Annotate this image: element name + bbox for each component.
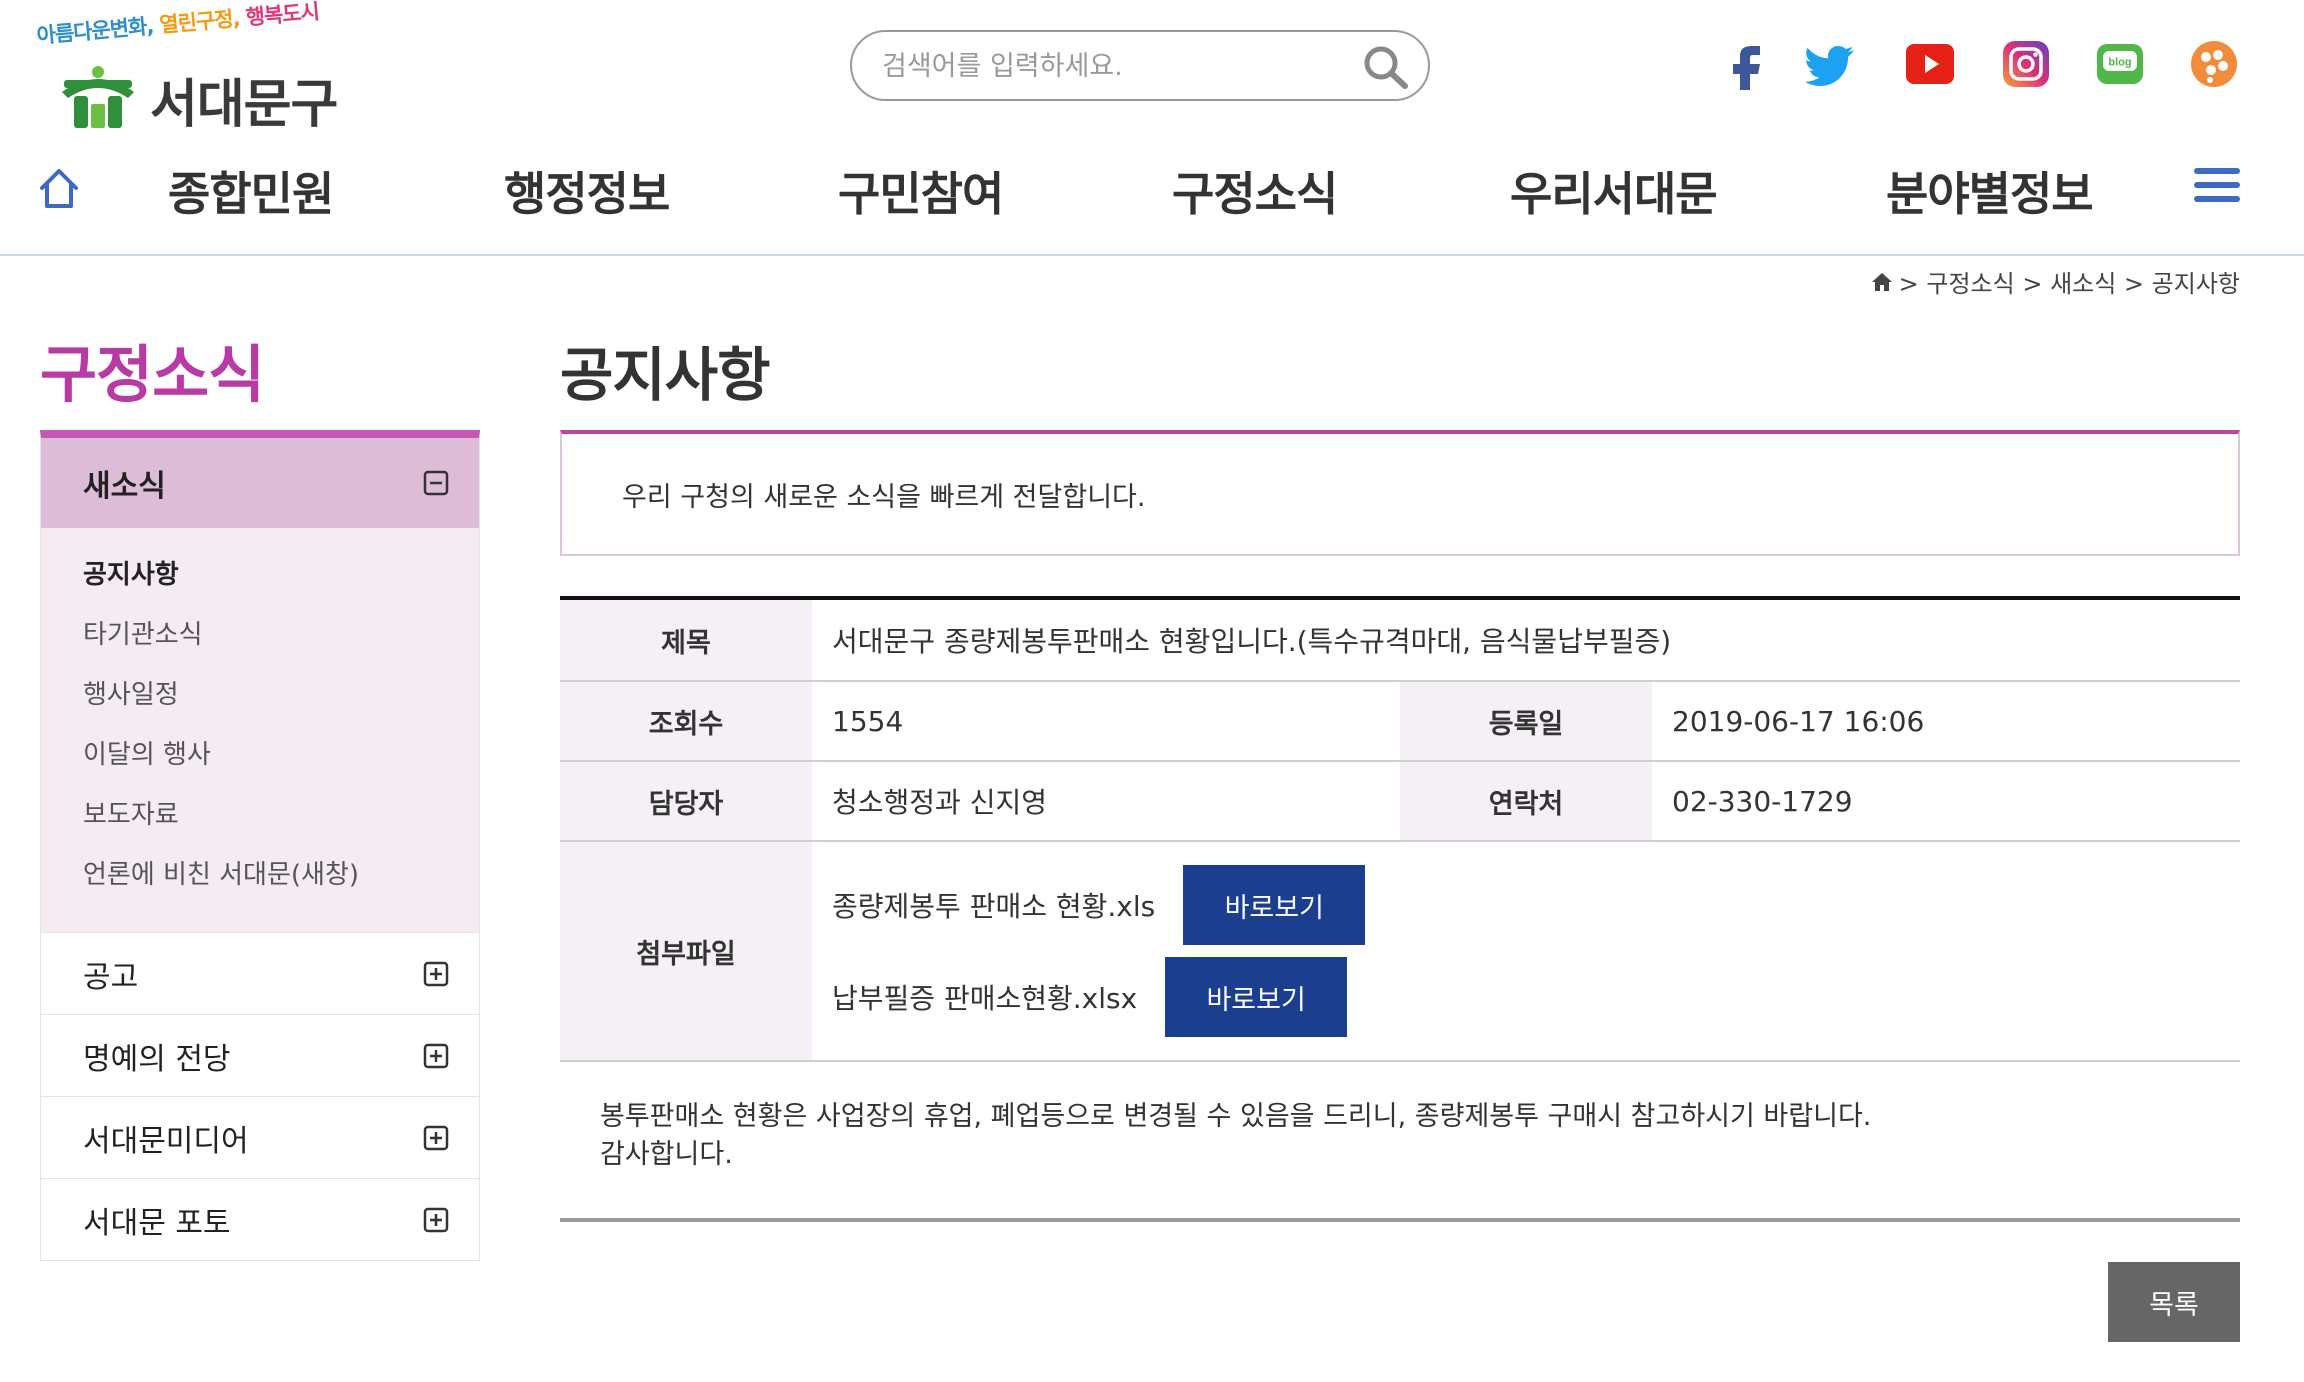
nav-our-seodaemun[interactable]: 우리서대문 bbox=[1510, 158, 1718, 224]
instagram-icon[interactable] bbox=[2000, 38, 2052, 90]
sidebar-group-label: 새소식 bbox=[83, 469, 166, 504]
view-button[interactable]: 바로보기 bbox=[1183, 865, 1366, 945]
blog-icon[interactable]: blog bbox=[2094, 38, 2146, 90]
manager-label: 담당자 bbox=[560, 762, 812, 840]
date-value: 2019-06-17 16:06 bbox=[1672, 704, 1925, 738]
page-title: 공지사항 bbox=[560, 341, 770, 409]
sidebar-item-notice[interactable]: 공지사항 bbox=[83, 550, 479, 610]
logo-slogan-part-3: 행복도시 bbox=[244, 0, 320, 30]
views-value: 1554 bbox=[832, 704, 904, 738]
expand-icon[interactable] bbox=[423, 961, 449, 987]
table-row-attachments: 첨부파일 종량제봉투 판매소 현황.xls 바로보기 납부필증 판매소현황.xl… bbox=[560, 842, 2240, 1062]
expand-icon[interactable] bbox=[423, 1043, 449, 1069]
hamburger-menu-icon[interactable] bbox=[2194, 168, 2240, 208]
sidebar-group-label: 서대문 포토 bbox=[83, 1205, 231, 1241]
sidebar-group-announcement[interactable]: 공고 bbox=[41, 932, 479, 1014]
sidebar-item-monthly-events[interactable]: 이달의 행사 bbox=[83, 730, 479, 790]
sidebar-group-photo[interactable]: 서대문 포토 bbox=[41, 1178, 479, 1260]
nav-field-info[interactable]: 분야별정보 bbox=[1886, 158, 2094, 224]
kakao-story-icon[interactable] bbox=[2188, 38, 2240, 90]
expand-icon[interactable] bbox=[423, 1125, 449, 1151]
notice-body-line: 감사합니다. bbox=[600, 1139, 733, 1170]
logo-name: 서대문구 bbox=[150, 75, 338, 135]
sidebar-group-label: 서대문미디어 bbox=[83, 1123, 249, 1159]
sidebar-group-hall-of-fame[interactable]: 명예의 전당 bbox=[41, 1014, 479, 1096]
blog-label: blog bbox=[2108, 57, 2131, 69]
list-button[interactable]: 목록 bbox=[2108, 1262, 2240, 1342]
sidebar-group-label: 공고 bbox=[83, 959, 139, 995]
notice-body-line: 봉투판매소 현황은 사업장의 휴업, 폐업등으로 변경될 수 있음을 드리니, … bbox=[600, 1101, 1872, 1132]
collapse-icon[interactable] bbox=[423, 470, 449, 496]
nav-civil-service[interactable]: 종합민원 bbox=[168, 158, 334, 224]
table-row-manager-contact: 담당자 청소행정과 신지영 연락처 02-330-1729 bbox=[560, 762, 2240, 842]
attachment-filename[interactable]: 종량제봉투 판매소 현황.xls bbox=[832, 885, 1155, 925]
nav-district-news[interactable]: 구정소식 bbox=[1172, 158, 1338, 224]
table-row-views-date: 조회수 1554 등록일 2019-06-17 16:06 bbox=[560, 682, 2240, 762]
views-label: 조회수 bbox=[560, 682, 812, 760]
logo-slogan: 아름다운변화, 열린구정, 행복도시 bbox=[35, 0, 320, 50]
attachment-item: 종량제봉투 판매소 현황.xls 바로보기 bbox=[832, 865, 1366, 945]
board-divider bbox=[560, 1218, 2240, 1222]
attachment-list: 종량제봉투 판매소 현황.xls 바로보기 납부필증 판매소현황.xlsx 바로… bbox=[812, 842, 1366, 1060]
breadcrumb-home-icon[interactable] bbox=[1871, 272, 1893, 292]
sidebar-submenu: 공지사항 타기관소식 행사일정 이달의 행사 보도자료 언론에 비친 서대문(새… bbox=[41, 528, 479, 932]
table-row-title: 제목 서대문구 종량제봉투판매소 현황입니다.(특수규격마대, 음식물납부필증) bbox=[560, 600, 2240, 682]
notice-body: 봉투판매소 현황은 사업장의 휴업, 폐업등으로 변경될 수 있음을 드리니, … bbox=[600, 1098, 2200, 1174]
sidebar-group-media[interactable]: 서대문미디어 bbox=[41, 1096, 479, 1178]
logo-slogan-part-2: 열린구정, bbox=[158, 6, 241, 38]
twitter-icon[interactable] bbox=[1806, 38, 1858, 90]
expand-icon[interactable] bbox=[423, 1207, 449, 1233]
main-navigation: 종합민원 행정정보 구민참여 구정소식 우리서대문 분야별정보 bbox=[0, 138, 2304, 256]
attachments-label: 첨부파일 bbox=[560, 842, 812, 1060]
home-icon[interactable] bbox=[38, 166, 80, 210]
sidebar-item-press-release[interactable]: 보도자료 bbox=[83, 790, 479, 850]
contact-label: 연락처 bbox=[1400, 762, 1652, 840]
view-button[interactable]: 바로보기 bbox=[1165, 957, 1348, 1037]
attachment-filename[interactable]: 납부필증 판매소현황.xlsx bbox=[832, 977, 1137, 1017]
sidebar-group-news[interactable]: 새소식 bbox=[41, 438, 479, 528]
sidebar-item-event-schedule[interactable]: 행사일정 bbox=[83, 670, 479, 730]
breadcrumb: > 구정소식 > 새소식 > 공지사항 bbox=[1871, 264, 2240, 299]
search-box bbox=[850, 30, 1430, 101]
title-label: 제목 bbox=[560, 600, 812, 680]
attachment-item: 납부필증 판매소현황.xlsx 바로보기 bbox=[832, 957, 1365, 1037]
manager-value: 청소행정과 신지영 bbox=[832, 786, 1047, 819]
title-value: 서대문구 종량제봉투판매소 현황입니다.(특수규격마대, 음식물납부필증) bbox=[832, 625, 1672, 658]
search-icon[interactable] bbox=[1362, 44, 1410, 90]
logo-gate-icon bbox=[62, 66, 134, 128]
site-logo[interactable]: 아름다운변화, 열린구정, 행복도시 서대문구 bbox=[36, 0, 368, 135]
nav-citizen-participation[interactable]: 구민참여 bbox=[838, 158, 1004, 224]
notice-detail-table: 제목 서대문구 종량제봉투판매소 현황입니다.(특수규격마대, 음식물납부필증)… bbox=[560, 596, 2240, 1062]
sidebar-title: 구정소식 bbox=[40, 338, 265, 411]
youtube-icon[interactable] bbox=[1904, 38, 1956, 90]
logo-slogan-part-1: 아름다운변화, bbox=[35, 13, 155, 49]
contact-value: 02-330-1729 bbox=[1672, 784, 1853, 818]
sidebar-menu: 새소식 공지사항 타기관소식 행사일정 이달의 행사 보도자료 언론에 비친 서… bbox=[40, 430, 480, 1261]
sidebar-item-in-the-media[interactable]: 언론에 비친 서대문(새창) bbox=[83, 850, 479, 910]
sidebar-group-label: 명예의 전당 bbox=[83, 1041, 231, 1077]
page-intro: 우리 구청의 새로운 소식을 빠르게 전달합니다. bbox=[560, 430, 2240, 556]
nav-admin-info[interactable]: 행정정보 bbox=[504, 158, 670, 224]
search-input[interactable] bbox=[882, 46, 1342, 86]
breadcrumb-path: > 구정소식 > 새소식 > 공지사항 bbox=[1898, 270, 2240, 298]
date-label: 등록일 bbox=[1400, 682, 1652, 760]
facebook-icon[interactable] bbox=[1722, 38, 1774, 90]
sidebar-item-other-agency-news[interactable]: 타기관소식 bbox=[83, 610, 479, 670]
